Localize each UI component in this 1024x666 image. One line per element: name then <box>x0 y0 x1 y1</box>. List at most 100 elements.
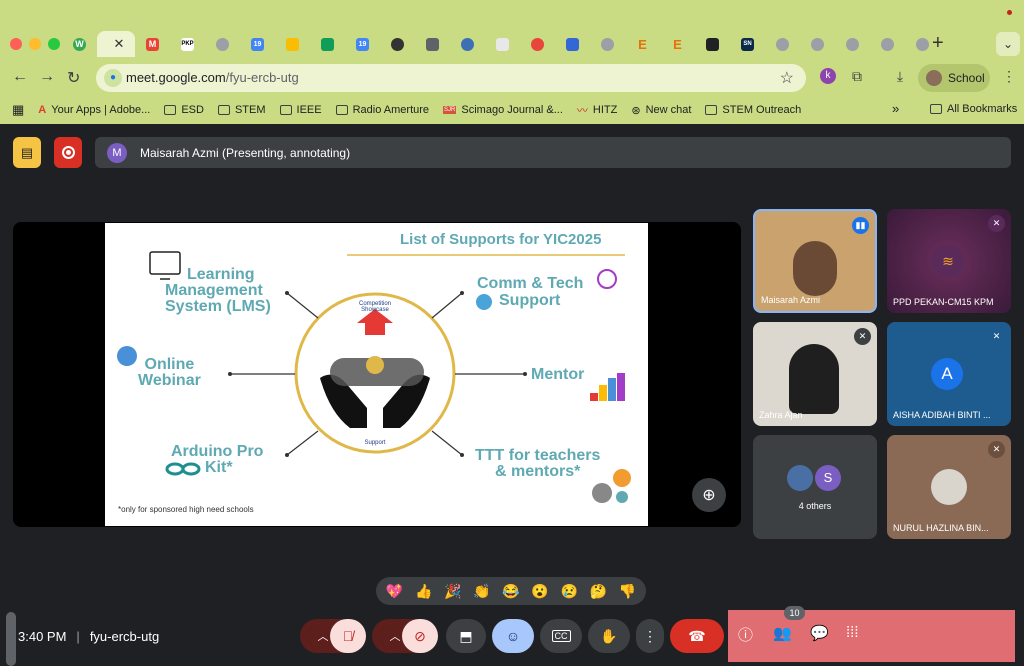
tab[interactable] <box>485 31 520 57</box>
close-tab-icon[interactable]: ✕ <box>114 36 125 52</box>
hand-icon: ✋ <box>600 627 618 644</box>
reaction-heart-button[interactable]: 💖 <box>386 583 403 600</box>
reaction-thumbs-up-button[interactable]: 👍 <box>415 583 432 600</box>
tab[interactable] <box>835 31 870 57</box>
bookmark-item[interactable]: SJR Scimago Journal &... <box>443 104 563 116</box>
tab[interactable]: 19 <box>345 31 380 57</box>
tab[interactable]: PKP <box>170 31 205 57</box>
recording-button[interactable] <box>54 137 82 168</box>
avatar: A <box>931 358 963 390</box>
activities-button[interactable]: ⁞⁞⁞ <box>846 624 859 641</box>
tab[interactable]: E <box>660 31 695 57</box>
tab-meet-active[interactable]: ✕ <box>97 31 135 57</box>
speaking-indicator-icon: ▮▮ <box>852 217 869 234</box>
tab[interactable] <box>590 31 625 57</box>
tab[interactable] <box>520 31 555 57</box>
more-bookmarks-chevron-icon[interactable]: » <box>892 101 899 116</box>
captions-button[interactable]: CC <box>540 619 582 653</box>
tab[interactable] <box>380 31 415 57</box>
participant-tile-speaking[interactable]: ▮▮ Maisarah Azmi <box>753 209 877 313</box>
apps-grid-icon[interactable]: ▦ <box>12 102 24 118</box>
captions-icon: CC <box>551 630 571 642</box>
emoji-reactions-button[interactable]: ☺ <box>492 619 534 653</box>
participant-tile[interactable]: A ✕ AISHA ADIBAH BINTI ... <box>887 322 1011 426</box>
maximize-window-button[interactable] <box>48 38 60 50</box>
address-bar[interactable]: ● meet.google.com/fyu-ercb-utg ☆ <box>96 64 806 92</box>
back-button[interactable]: ← <box>12 68 28 86</box>
extensions-puzzle-icon[interactable]: ⧉ <box>848 68 866 86</box>
bookmark-item[interactable]: ⊛ New chat <box>631 104 691 117</box>
menu-kebab-icon[interactable]: ⋮ <box>1000 68 1018 86</box>
meeting-details-button[interactable]: ⓘ <box>738 624 753 645</box>
tab[interactable]: W <box>62 31 97 57</box>
new-tab-button[interactable]: + <box>932 32 944 55</box>
tab-strip: W ✕ M PKP 19 19 E E SN <box>62 31 940 57</box>
camera-off-button[interactable]: ⊘ <box>402 619 438 653</box>
bookmark-folder[interactable]: STEM Outreach <box>705 104 801 116</box>
reaction-surprised-button[interactable]: 😮 <box>531 583 548 600</box>
download-icon[interactable]: ⤓ <box>891 68 909 86</box>
present-screen-button[interactable]: ⬒ <box>446 619 486 653</box>
bookmark-folder[interactable]: STEM <box>217 104 266 116</box>
chevron-up-icon[interactable]: ︿ <box>390 628 401 644</box>
extension-k-icon[interactable]: k <box>820 68 836 84</box>
tab-favicon-icon: E <box>673 36 682 52</box>
leave-call-button[interactable]: ☎ <box>670 619 724 653</box>
minimize-window-button[interactable] <box>29 38 41 50</box>
tab[interactable] <box>870 31 905 57</box>
reaction-clap-button[interactable]: 👏 <box>473 583 490 600</box>
tab[interactable]: E <box>625 31 660 57</box>
others-tile[interactable]: S 4 others <box>753 435 877 539</box>
tab[interactable] <box>415 31 450 57</box>
tab[interactable] <box>450 31 485 57</box>
bookmark-folder[interactable]: IEEE <box>279 104 322 116</box>
participant-tile[interactable]: ✕ NURUL HAZLINA BIN... <box>887 435 1011 539</box>
raise-hand-button[interactable]: ✋ <box>588 619 630 653</box>
profile-button[interactable]: School <box>918 64 990 92</box>
zoom-in-button[interactable]: ⊕ <box>692 478 726 512</box>
participant-tile[interactable]: ✕ Zahra Ajan <box>753 322 877 426</box>
drive-icon <box>321 37 334 51</box>
chevron-up-icon[interactable]: ︿ <box>318 628 329 644</box>
presented-slide: List of Supports for YIC2025 Competition… <box>105 223 648 526</box>
more-options-button[interactable]: ⋮ <box>636 619 664 653</box>
notification-dot <box>1007 10 1012 15</box>
reaction-party-button[interactable]: 🎉 <box>444 583 461 600</box>
participant-tile[interactable]: ≋ ✕ PPD PEKAN-CM15 KPM <box>887 209 1011 313</box>
meeting-code: fyu-ercb-utg <box>89 629 160 644</box>
bookmark-folder[interactable]: ESD <box>164 104 204 116</box>
reaction-thinking-button[interactable]: 🤔 <box>590 583 607 600</box>
tab[interactable]: 19 <box>240 31 275 57</box>
slide-footnote: *only for sponsored high need schools <box>118 505 254 514</box>
reaction-laugh-button[interactable]: 😂 <box>502 583 519 600</box>
reload-button[interactable]: ↻ <box>67 68 80 88</box>
tab[interactable]: M <box>135 31 170 57</box>
bookmark-item[interactable]: A Your Apps | Adobe... <box>38 104 150 116</box>
reaction-sad-button[interactable]: 😢 <box>560 583 577 600</box>
tab[interactable]: SN <box>730 31 765 57</box>
stop-presenting-button[interactable]: ▤ <box>13 137 41 168</box>
people-button[interactable]: 👥 <box>773 624 792 642</box>
tab[interactable] <box>765 31 800 57</box>
close-window-button[interactable] <box>10 38 22 50</box>
tab-search-button[interactable]: ⌄ <box>996 32 1020 56</box>
all-bookmarks-button[interactable]: All Bookmarks <box>930 103 1017 115</box>
forward-button[interactable]: → <box>39 68 55 86</box>
side-handle[interactable] <box>6 612 16 666</box>
bookmarks-bar: ▦ A Your Apps | Adobe... ESD STEM IEEE Ra… <box>12 101 801 119</box>
chat-button[interactable]: 💬 <box>810 624 829 642</box>
mute-mic-button[interactable]: 🎙̸ <box>330 619 366 653</box>
reaction-thumbs-down-button[interactable]: 👎 <box>619 583 636 600</box>
tab[interactable] <box>695 31 730 57</box>
url-text[interactable]: meet.google.com/fyu-ercb-utg <box>126 70 299 85</box>
tab[interactable] <box>800 31 835 57</box>
end-call-icon: ☎ <box>688 627 706 644</box>
bookmark-label: HITZ <box>592 104 618 116</box>
bookmark-item[interactable]: 〰 HITZ <box>577 102 617 118</box>
tab[interactable] <box>205 31 240 57</box>
bookmark-star-icon[interactable]: ☆ <box>780 68 794 88</box>
tab[interactable] <box>275 31 310 57</box>
tab[interactable] <box>555 31 590 57</box>
bookmark-folder[interactable]: Radio Amerture <box>335 104 429 116</box>
tab[interactable] <box>310 31 345 57</box>
